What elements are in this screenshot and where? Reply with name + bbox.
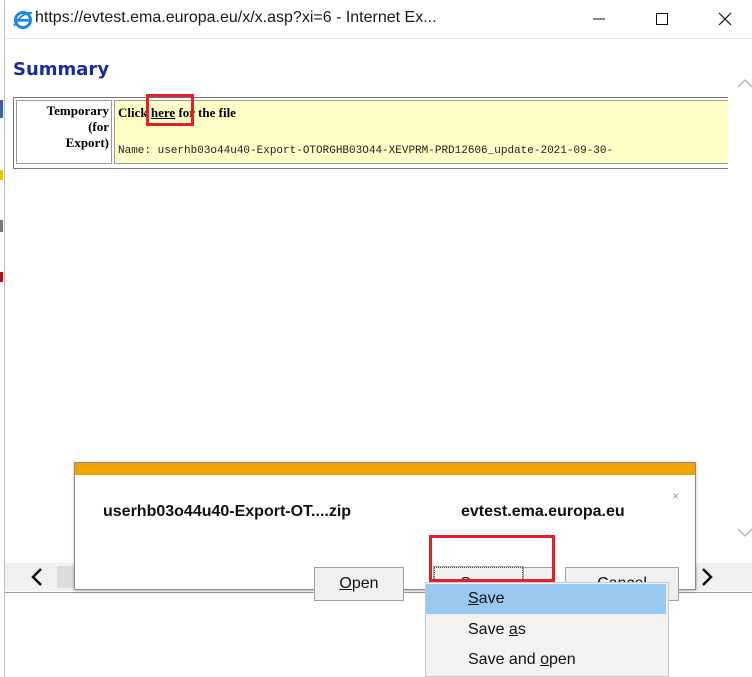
menu-item-save-as-rest: s: [517, 621, 526, 638]
minimize-button[interactable]: [576, 0, 622, 38]
open-label-rest: pen: [351, 575, 379, 592]
menu-item-save[interactable]: Save: [426, 584, 666, 614]
download-file-name: userhb03o44u40-Export-OT....zip: [103, 503, 352, 520]
menu-item-save-rest: ave: [478, 590, 505, 607]
open-mnemonic: O: [339, 575, 352, 592]
download-notification-bar: userhb03o44u40-Export-OT....zip evtest.e…: [74, 462, 696, 602]
menu-item-save-and-open-mnemonic: o: [540, 651, 549, 668]
menu-item-save-as-prefix: Save: [468, 621, 509, 638]
summary-table: Temporary (for Export) Click here for th…: [13, 97, 752, 169]
maximize-button[interactable]: [639, 0, 685, 38]
menu-item-save-and-open-rest: pen: [548, 651, 576, 668]
scroll-up-icon[interactable]: [737, 78, 752, 88]
export-file-name: Name: userhb03o44u40-Export-OTORGHB03O44…: [118, 145, 614, 157]
here-link-highlight-box: [146, 94, 194, 126]
close-window-button[interactable]: [702, 0, 748, 38]
page-heading: Summary: [13, 59, 110, 80]
save-button-highlight-box: [429, 535, 555, 582]
maximize-icon: [656, 13, 668, 25]
open-button[interactable]: Open: [314, 567, 404, 601]
temporary-label-cell: Temporary (for Export): [16, 100, 112, 164]
scroll-down-icon[interactable]: [737, 528, 752, 538]
close-icon: [718, 12, 732, 26]
menu-item-save-and-open-prefix: Save and: [468, 651, 541, 668]
scroll-right-icon[interactable]: [700, 568, 714, 586]
minimize-icon: [593, 18, 605, 20]
label-line-3: Export): [65, 135, 109, 150]
window-title-bar: https://evtest.ema.europa.eu/x/x.asp?xi=…: [5, 0, 752, 39]
dismiss-notification-icon[interactable]: ×: [672, 489, 679, 503]
scroll-left-icon[interactable]: [30, 568, 44, 586]
save-options-menu: Save Save as Save and open: [425, 582, 669, 677]
label-line-1: Temporary: [46, 103, 109, 118]
vertical-scrollbar[interactable]: [728, 39, 752, 584]
menu-item-save-as[interactable]: Save as: [426, 615, 666, 645]
menu-item-save-mnemonic: S: [468, 590, 479, 607]
internet-explorer-icon: [13, 11, 33, 29]
menu-item-save-and-open[interactable]: Save and open: [426, 645, 666, 675]
notification-accent-bar: [75, 463, 695, 475]
download-source-domain: evtest.ema.europa.eu: [461, 503, 625, 520]
label-line-2: (for: [88, 119, 109, 134]
file-value-cell: Click here for the file Name: userhb03o4…: [114, 100, 752, 164]
menu-item-save-as-mnemonic: a: [508, 621, 518, 638]
window-title: https://evtest.ema.europa.eu/x/x.asp?xi=…: [35, 9, 437, 26]
